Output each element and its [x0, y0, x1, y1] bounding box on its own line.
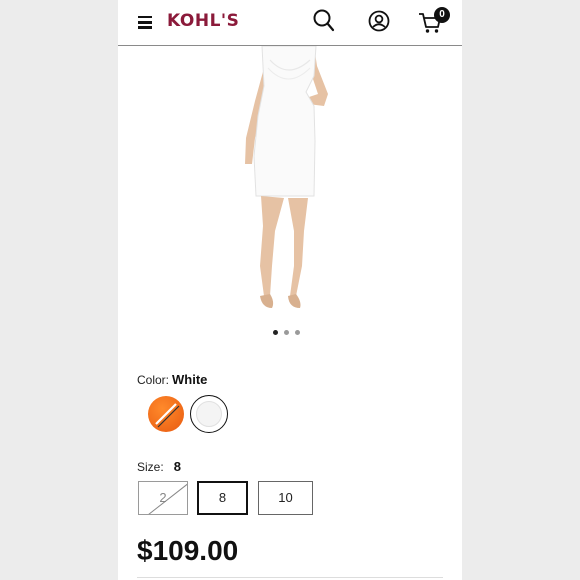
size-option-2-unavailable[interactable]: 2 — [138, 481, 188, 515]
kohls-logo[interactable]: KOHL'S — [167, 11, 239, 31]
size-option-label: 10 — [278, 490, 293, 505]
background-left — [0, 0, 118, 580]
size-option-label: 8 — [218, 490, 227, 505]
product-price: $109.00 — [137, 535, 239, 566]
color-label: Color: White — [137, 372, 207, 387]
mobile-page: KOHL'S 0 Color: White Size: 8 2 8 10 $10… — [118, 0, 462, 580]
size-option-10[interactable]: 10 — [258, 481, 313, 515]
size-option-8-selected[interactable]: 8 — [197, 481, 248, 515]
carousel-dot-3[interactable] — [295, 330, 300, 335]
dress-model-image — [245, 45, 328, 308]
background-right — [462, 0, 580, 580]
selected-size-value: 8 — [173, 459, 181, 474]
account-icon[interactable] — [368, 10, 390, 32]
size-label-text: Size: — [137, 460, 164, 474]
cart-count-badge: 0 — [434, 7, 450, 23]
carousel-dot-2[interactable] — [284, 330, 289, 335]
product-image[interactable] — [118, 45, 462, 316]
swatch-stripe-pattern — [155, 403, 180, 428]
color-label-text: Color: — [137, 373, 170, 387]
color-swatch-orange[interactable] — [148, 396, 184, 432]
color-swatch-white[interactable] — [196, 401, 222, 427]
divider — [137, 577, 443, 578]
carousel-dot-1[interactable] — [273, 330, 278, 335]
size-label: Size: 8 — [137, 459, 181, 474]
selected-color-value: White — [172, 372, 208, 387]
site-header: KOHL'S 0 — [118, 0, 462, 46]
search-icon[interactable] — [313, 9, 335, 33]
menu-icon[interactable] — [138, 16, 152, 29]
